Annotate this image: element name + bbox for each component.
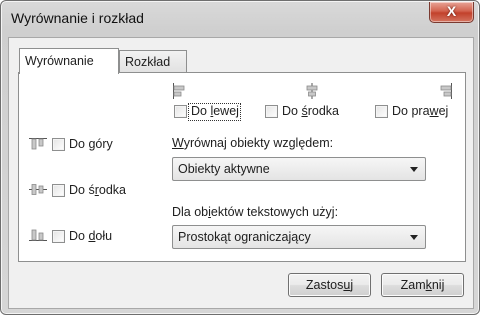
align-right-icon — [440, 83, 452, 99]
align-center-icon — [306, 83, 318, 99]
do-lewej-label[interactable]: Do lewej — [191, 104, 239, 118]
text-objects-value: Prostokąt ograniczający — [178, 230, 311, 244]
close-icon: X — [446, 3, 457, 19]
apply-button[interactable]: Zastosuj — [288, 273, 371, 297]
tab-label: Rozkład — [125, 55, 171, 69]
do-prawej-checkbox[interactable] — [375, 105, 388, 118]
do-srodka-h-label[interactable]: Do środka — [282, 104, 339, 118]
do-lewej-checkbox[interactable] — [174, 105, 187, 118]
do-gory-label[interactable]: Do góry — [69, 137, 113, 151]
window-title: Wyrównanie i rozkład — [11, 10, 144, 26]
tab-panel-wyrownanie: Do lewej Do środka Do prawej Do góry Do … — [18, 72, 466, 262]
dialog-client-area: Wyrównanie Rozkład Do lewej Do środka Do… — [8, 37, 474, 309]
do-gory-checkbox[interactable] — [52, 138, 65, 151]
tab-wyrownanie[interactable]: Wyrównanie — [19, 48, 119, 74]
tab-label: Wyrównanie — [25, 54, 94, 68]
align-bottom-icon — [29, 229, 47, 241]
align-relative-label: Wyrównaj obiekty względem: — [172, 136, 334, 150]
align-left-icon — [173, 83, 185, 99]
align-middle-icon — [29, 184, 47, 195]
do-srodka-v-checkbox[interactable] — [52, 184, 65, 197]
tab-rozklad[interactable]: Rozkład — [119, 50, 187, 73]
close-dialog-button[interactable]: Zamknij — [381, 273, 464, 297]
do-srodka-v-label[interactable]: Do środka — [69, 183, 126, 197]
chevron-down-icon — [410, 235, 418, 240]
close-button[interactable]: X — [429, 2, 474, 23]
title-bar[interactable]: Wyrównanie i rozkład X — [1, 1, 479, 29]
align-top-icon — [29, 138, 47, 150]
do-srodka-h-checkbox[interactable] — [265, 105, 278, 118]
align-relative-value: Obiekty aktywne — [178, 162, 270, 176]
do-dolu-checkbox[interactable] — [52, 230, 65, 243]
chevron-down-icon — [410, 167, 418, 172]
text-objects-label: Dla obiektów tekstowych użyj: — [172, 205, 339, 219]
text-objects-dropdown[interactable]: Prostokąt ograniczający — [172, 225, 426, 249]
align-distribute-dialog: Wyrównanie i rozkład X Wyrównanie Rozkła… — [0, 0, 480, 315]
do-dolu-label[interactable]: Do dołu — [69, 229, 112, 243]
align-relative-dropdown[interactable]: Obiekty aktywne — [172, 157, 426, 181]
do-prawej-label[interactable]: Do prawej — [392, 104, 448, 118]
